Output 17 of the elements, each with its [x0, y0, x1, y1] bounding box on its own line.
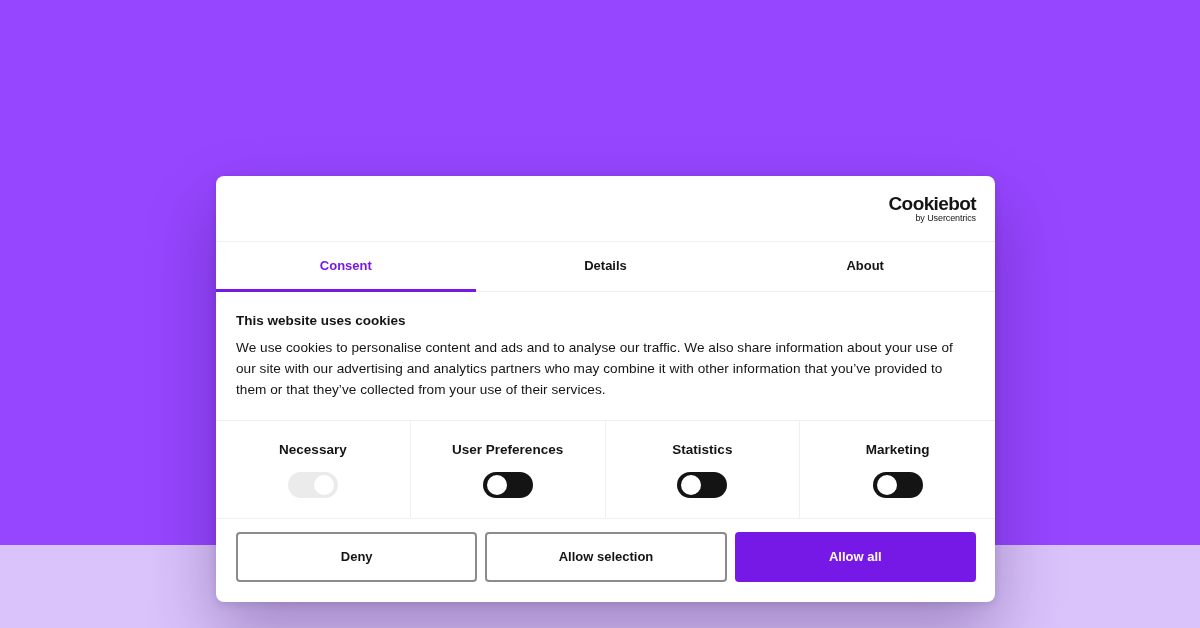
logo-byline: by Usercentrics [915, 212, 976, 223]
description-text: We use cookies to personalise content and ads and to analyse our traffic. We also share information about your use of our site with our advertising and analytics partners who may combine it with other information that you’ve provided to them or that they’ve collected from your use of their services. [236, 339, 954, 399]
toggle-switch[interactable] [482, 472, 533, 498]
category-label: Statistics [672, 441, 733, 459]
consent-button[interactable]: Allow all [734, 532, 976, 582]
logo-wordmark: Cookiebot [888, 194, 976, 213]
category-label: User Preferences [452, 441, 564, 459]
tab[interactable]: About [735, 242, 995, 292]
tab[interactable]: Details [475, 242, 736, 292]
category-label: Marketing [865, 441, 930, 459]
toggle-switch[interactable] [872, 472, 923, 498]
dialog-title: This website uses cookies [236, 312, 407, 330]
toggle-switch[interactable] [677, 472, 728, 498]
category-label: Necessary [279, 441, 347, 459]
tab[interactable]: Consent [216, 242, 476, 292]
consent-button[interactable]: Allow selection [485, 532, 727, 582]
consent-button[interactable]: Deny [236, 532, 478, 582]
